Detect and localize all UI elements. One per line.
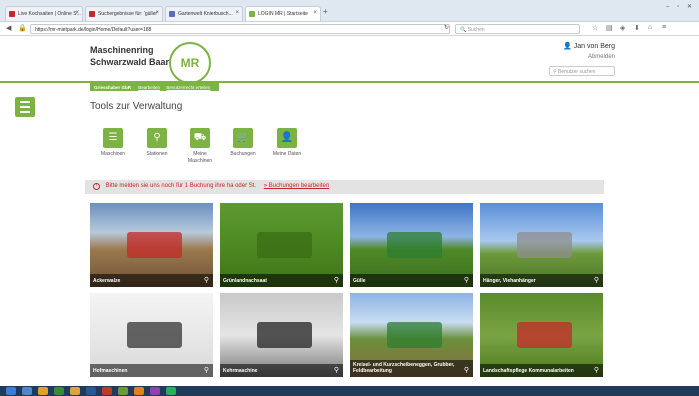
magnifier-icon: ⚲ <box>203 277 209 284</box>
taskbar-app-icon[interactable] <box>22 387 32 395</box>
warning-icon: ! <box>93 183 100 190</box>
machine-image <box>516 322 573 348</box>
user-icon: 👤 <box>563 43 572 50</box>
category-tile[interactable]: Gülle ⚲ <box>350 203 473 287</box>
tool-meine-maschinen[interactable]: ⛟ Meine Maschinen <box>180 128 220 165</box>
location-pin-icon: ⚲ <box>147 128 167 148</box>
close-tab-icon[interactable]: × <box>313 10 317 16</box>
user-icon: 👤 <box>277 128 297 148</box>
lock-icon: 🔒 <box>18 25 27 32</box>
mr-logo-icon[interactable]: MR <box>169 42 211 84</box>
reload-icon[interactable]: ↻ <box>444 24 449 31</box>
pocket-icon[interactable]: ◈ <box>620 24 625 32</box>
back-icon[interactable]: ◀ <box>6 24 11 32</box>
machine-image <box>126 232 183 258</box>
tool-stationen[interactable]: ⚲ Stationen <box>137 128 177 158</box>
booking-alert: ! Bitte melden sie uns noch für 1 Buchun… <box>85 180 604 194</box>
magnifier-icon: ⚲ <box>463 367 469 374</box>
favicon-icon <box>249 11 255 17</box>
os-taskbar <box>0 386 699 396</box>
star-icon[interactable]: ☆ <box>592 24 598 32</box>
category-tile[interactable]: Ackerwalze ⚲ <box>90 203 213 287</box>
browser-tab[interactable]: Live Kochsaiten | Online S... × <box>5 6 83 21</box>
tool-meine-daten[interactable]: 👤 Meine Daten <box>267 128 307 158</box>
magnifier-icon: ⚲ <box>463 277 469 284</box>
category-tile[interactable]: Grünlandnachsaat ⚲ <box>220 203 343 287</box>
favicon-icon <box>89 11 95 17</box>
company-name[interactable]: Griesshaber GbR <box>94 85 131 90</box>
machine-image <box>256 322 313 348</box>
category-tile[interactable]: Hänger, Viehanhänger ⚲ <box>480 203 603 287</box>
cart-icon: 🛒 <box>233 128 253 148</box>
user-name[interactable]: 👤 Jan von Berg <box>563 41 615 52</box>
menu-bar <box>20 101 30 103</box>
list-icon: ☰ <box>103 128 123 148</box>
magnifier-icon: ⚲ <box>203 367 209 374</box>
taskbar-app-icon[interactable] <box>86 387 96 395</box>
search-icon: ⚲ <box>553 69 557 75</box>
start-icon[interactable] <box>6 387 16 395</box>
favicon-icon <box>9 11 15 17</box>
machine-image <box>256 232 313 258</box>
magnifier-icon: ⚲ <box>593 367 599 374</box>
close-tab-icon[interactable]: × <box>155 10 159 16</box>
browser-tab-bar: Live Kochsaiten | Online S... × Sucherge… <box>0 0 699 22</box>
new-tab-icon[interactable]: + <box>323 7 328 16</box>
edit-link[interactable]: Bearbeiten <box>138 85 160 90</box>
hamburger-menu-button[interactable] <box>15 97 35 117</box>
edit-bookings-link[interactable]: » Buchungen bearbeiten <box>264 183 329 189</box>
taskbar-app-icon[interactable] <box>166 387 176 395</box>
magnifier-icon: ⚲ <box>333 367 339 374</box>
close-tab-icon[interactable]: × <box>75 10 79 16</box>
taskbar-app-icon[interactable] <box>70 387 80 395</box>
taskbar-app-icon[interactable] <box>150 387 160 395</box>
company-subnav: Griesshaber GbR Bearbeiten Benutzerrecht… <box>90 83 220 91</box>
taskbar-app-icon[interactable] <box>134 387 144 395</box>
browser-nav-bar: ◀ 🔒 https://mr-mietpark.de/login/Home/De… <box>0 22 699 36</box>
taskbar-app-icon[interactable] <box>118 387 128 395</box>
menu-icon[interactable]: ≡ <box>662 24 666 31</box>
user-panel: 👤 Jan von Berg Abmelden <box>563 41 615 63</box>
tool-maschinen[interactable]: ☰ Maschinen <box>93 128 133 158</box>
menu-bar <box>20 111 30 113</box>
page-title: Tools zur Verwaltung <box>90 101 183 112</box>
category-tile[interactable]: Landschaftspflege Kommunalarbeiten ⚲ <box>480 293 603 377</box>
tractor-icon: ⛟ <box>190 128 210 148</box>
magnifier-icon: ⚲ <box>593 277 599 284</box>
home-icon[interactable]: ⌂ <box>648 24 652 31</box>
window-controls[interactable]: – ▫ ✕ <box>666 3 695 10</box>
taskbar-app-icon[interactable] <box>102 387 112 395</box>
category-tile[interactable]: Kreisel- und Kurzscheibeneggen, Grubber,… <box>350 293 473 377</box>
logout-link[interactable]: Abmelden <box>563 52 615 63</box>
category-tile[interactable]: Kehrmaschine ⚲ <box>220 293 343 377</box>
browser-search-input[interactable]: 🔍 Suchen <box>455 24 580 34</box>
machine-image <box>386 322 443 348</box>
magnifier-icon: ⚲ <box>333 277 339 284</box>
category-tile[interactable]: Hofmaschinen ⚲ <box>90 293 213 377</box>
browser-tab[interactable]: Suchergebnisse für: 'güller' × <box>85 6 163 21</box>
download-icon[interactable]: ⬇ <box>634 24 640 32</box>
grant-rights-link[interactable]: Benutzerrecht erteilen <box>166 85 210 90</box>
browser-tab-active[interactable]: LOGIN MR | Startseite × <box>245 6 321 21</box>
user-search-input[interactable]: ⚲ Benutzer suchen <box>549 66 615 76</box>
url-bar[interactable]: https://mr-mietpark.de/login/Home/Defaul… <box>30 24 450 34</box>
machine-image <box>516 232 573 258</box>
brand-name[interactable]: Maschinenring Schwarzwald Baar <box>90 44 169 68</box>
menu-bar <box>20 106 30 108</box>
favicon-icon <box>169 11 175 17</box>
taskbar-app-icon[interactable] <box>54 387 64 395</box>
browser-tab[interactable]: Gartenwelt Knierbusch... × <box>165 6 243 21</box>
reading-list-icon[interactable]: ▤ <box>606 24 613 32</box>
taskbar-app-icon[interactable] <box>38 387 48 395</box>
machine-image <box>126 322 183 348</box>
close-tab-icon[interactable]: × <box>235 10 239 16</box>
machine-image <box>386 232 443 258</box>
tool-buchungen[interactable]: 🛒 Buchungen <box>223 128 263 158</box>
